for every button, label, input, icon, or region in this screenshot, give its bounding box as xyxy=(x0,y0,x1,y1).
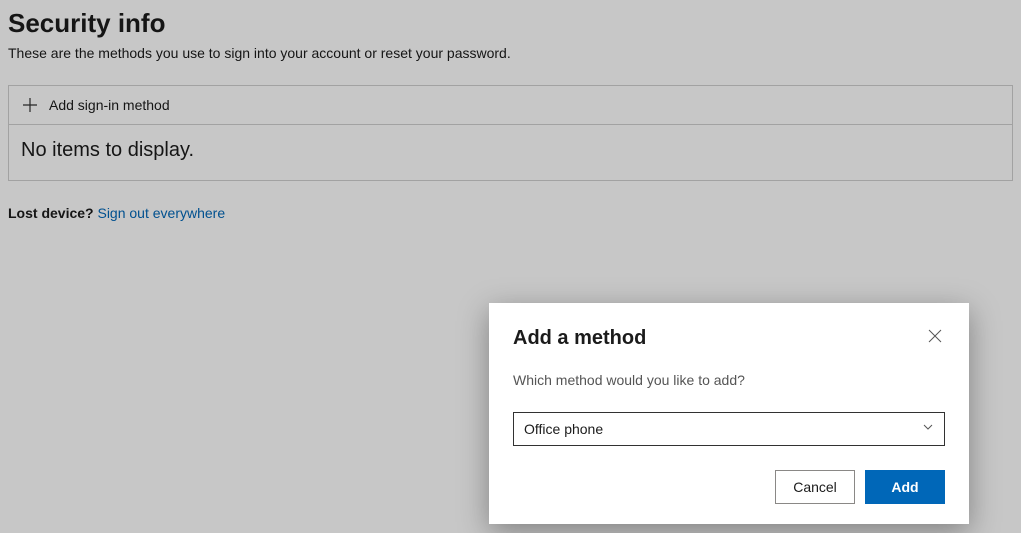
add-button-label: Add xyxy=(891,479,918,495)
add-method-dialog: Add a method Which method would you like… xyxy=(489,303,969,524)
cancel-button-label: Cancel xyxy=(793,479,837,495)
dialog-title: Add a method xyxy=(513,327,646,350)
cancel-button[interactable]: Cancel xyxy=(775,470,855,504)
dialog-header: Add a method xyxy=(513,327,945,350)
chevron-down-icon xyxy=(922,420,934,438)
dialog-actions: Cancel Add xyxy=(513,470,945,504)
close-button[interactable] xyxy=(925,329,945,349)
close-icon xyxy=(928,329,942,348)
dialog-subtitle: Which method would you like to add? xyxy=(513,372,945,388)
method-select-value: Office phone xyxy=(524,421,603,437)
add-button[interactable]: Add xyxy=(865,470,945,504)
method-select[interactable]: Office phone xyxy=(513,412,945,446)
